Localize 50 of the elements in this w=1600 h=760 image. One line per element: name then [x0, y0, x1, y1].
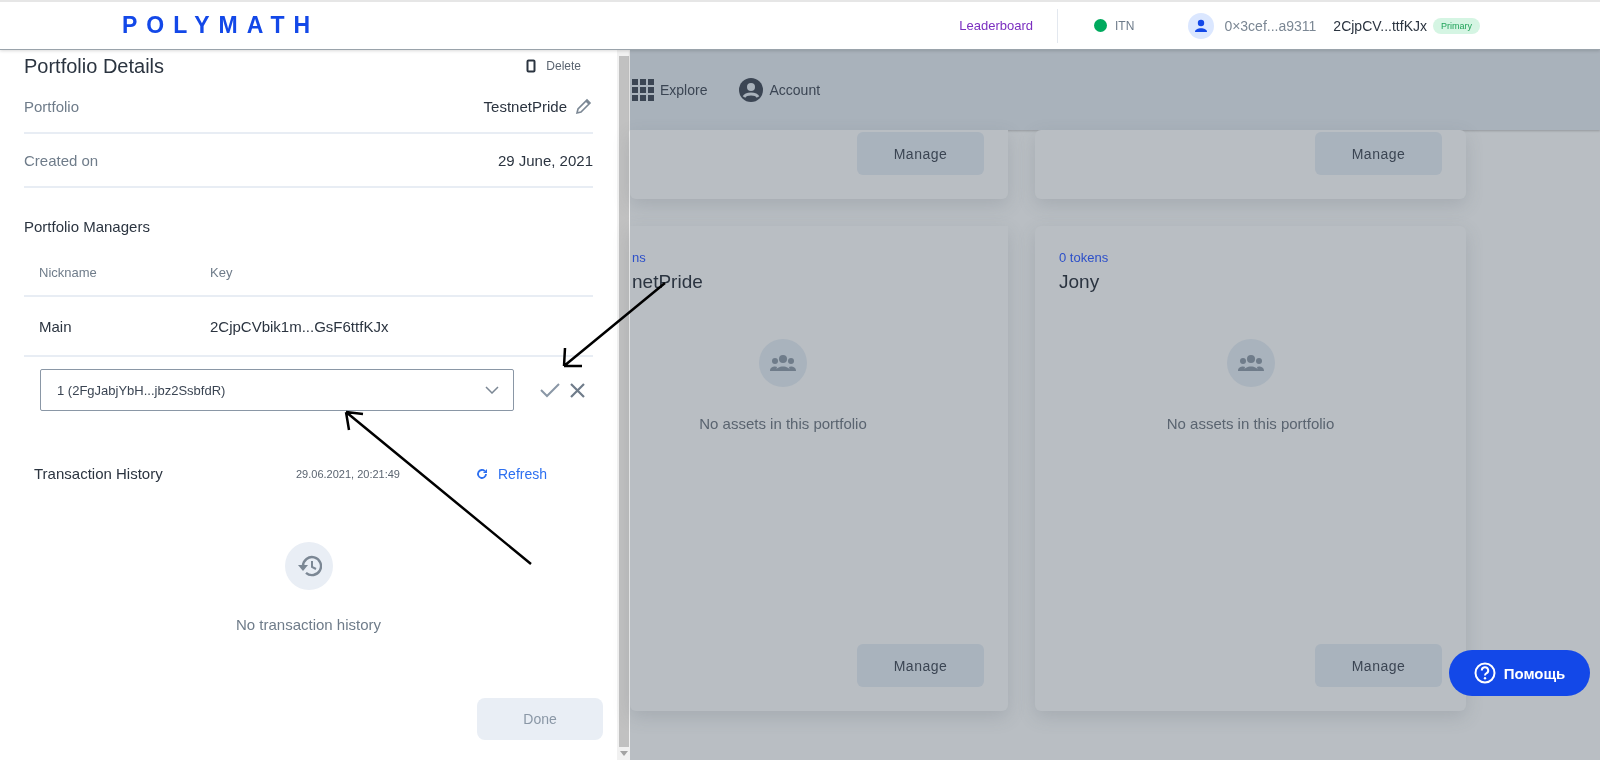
- detail-value: 29 June, 2021: [497, 151, 593, 169]
- primary-badge: Primary: [1433, 17, 1480, 34]
- portfolio-name: netPride: [632, 271, 704, 293]
- group-icon: [759, 339, 807, 387]
- section-title: Portfolio Managers: [24, 218, 151, 235]
- timestamp: 29.06.2021, 20:21:49: [296, 467, 401, 480]
- delete-button[interactable]: Delete: [526, 59, 581, 73]
- trash-icon: [526, 59, 537, 73]
- token-count: 0 tokens: [1059, 250, 1110, 265]
- token-count: ns: [632, 250, 647, 265]
- check-icon[interactable]: [540, 382, 560, 398]
- section-title: Transaction History: [34, 465, 164, 482]
- detail-value: TestnetPride: [483, 97, 567, 115]
- leaderboard-link[interactable]: Leaderboard: [959, 18, 1034, 33]
- manage-button[interactable]: Manage: [857, 132, 984, 175]
- empty-message: No assets in this portfolio: [1166, 415, 1335, 432]
- manage-button[interactable]: Manage: [857, 644, 984, 687]
- history-icon: [284, 542, 333, 590]
- manage-button[interactable]: Manage: [1315, 644, 1442, 687]
- grid-icon: [632, 79, 654, 101]
- group-icon: [1226, 339, 1275, 387]
- chevron-icon: [485, 386, 499, 394]
- user-icon: [1188, 12, 1215, 39]
- status-dot: [1094, 19, 1108, 32]
- drawer-title: Portfolio Details: [24, 54, 165, 78]
- account-icon: [739, 78, 764, 102]
- empty-message: No transaction history: [235, 616, 382, 633]
- logo[interactable]: POLYMATH: [122, 12, 320, 39]
- refresh-button[interactable]: Refresh: [476, 465, 548, 482]
- pencil-icon[interactable]: [575, 97, 593, 115]
- empty-message: No assets in this portfolio: [699, 415, 867, 432]
- detail-label: Created on: [24, 151, 99, 169]
- network-label: ITN: [1115, 18, 1135, 33]
- nav-tab[interactable]: Explore: [632, 79, 708, 101]
- close-icon[interactable]: [570, 382, 585, 398]
- help-button[interactable]: Помощь: [1449, 650, 1590, 696]
- column-header: Key: [210, 264, 233, 280]
- help-icon: [1473, 662, 1496, 684]
- key-dropdown[interactable]: 1 (2FgJabjYbH...jbz2SsbfdR): [40, 369, 514, 411]
- scrollbar[interactable]: [617, 50, 630, 760]
- refresh-icon: [476, 467, 488, 480]
- nav-tab[interactable]: Account: [739, 78, 821, 102]
- manage-button[interactable]: Manage: [1315, 132, 1442, 175]
- wallet-address: 0×3cef...a9311: [1224, 17, 1317, 34]
- column-header: Nickname: [39, 264, 98, 280]
- table-cell-text: Main: [39, 317, 73, 335]
- detail-label: Portfolio: [24, 97, 80, 115]
- portfolio-name: Jony: [1059, 271, 1101, 293]
- account-key: 2CjpCV...ttfKJx: [1333, 17, 1427, 34]
- table-cell: 2CjpCVbik1m...GsF6ttfKJx: [210, 317, 389, 335]
